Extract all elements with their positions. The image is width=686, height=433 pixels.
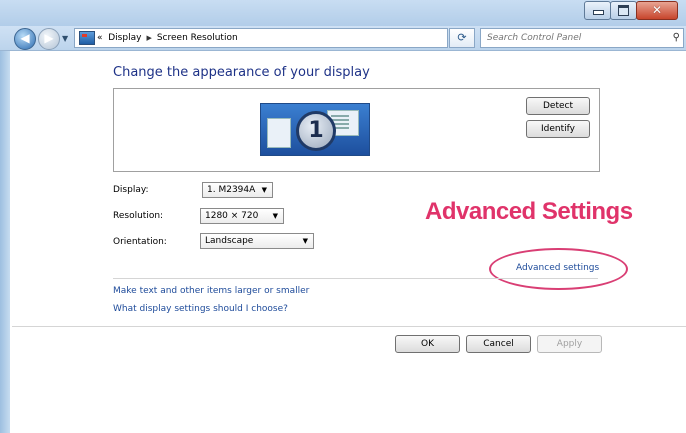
detect-button[interactable]: Detect xyxy=(526,97,590,115)
text-size-link[interactable]: Make text and other items larger or smal… xyxy=(113,286,309,296)
search-input[interactable] xyxy=(487,31,657,45)
display-select-value: 1. M2394A xyxy=(207,185,256,195)
resolution-select-value: 1280 × 720 xyxy=(205,211,259,221)
close-icon: ✕ xyxy=(651,3,663,17)
forward-arrow-icon: ▶ xyxy=(44,31,54,45)
display-select[interactable]: 1. M2394A ▼ xyxy=(202,182,273,198)
back-button[interactable]: ◀ xyxy=(14,28,36,50)
apply-button[interactable]: Apply xyxy=(537,335,602,353)
monitor-window-graphic xyxy=(267,118,291,148)
search-box[interactable]: ⚲ xyxy=(480,28,684,48)
breadcrumb-item-display[interactable]: Display xyxy=(108,33,141,43)
chevron-down-icon: ▼ xyxy=(261,186,267,194)
minimize-icon xyxy=(593,10,604,15)
divider xyxy=(113,278,598,279)
forward-button[interactable]: ▶ xyxy=(38,28,60,50)
breadcrumb-path: « Display ▶ Screen Resolution xyxy=(97,29,238,47)
close-button[interactable]: ✕ xyxy=(636,1,678,20)
chevron-down-icon: ▼ xyxy=(272,212,278,220)
orientation-select[interactable]: Landscape ▼ xyxy=(200,233,314,249)
display-help-link[interactable]: What display settings should I choose? xyxy=(113,304,288,314)
breadcrumb-separator-icon[interactable]: ▶ xyxy=(146,34,151,42)
divider xyxy=(12,326,686,327)
refresh-button[interactable]: ⟳ xyxy=(449,28,475,48)
breadcrumb-overflow-icon[interactable]: « xyxy=(97,33,103,43)
resolution-label: Resolution: xyxy=(113,211,164,221)
chevron-down-icon: ▼ xyxy=(302,237,308,245)
search-icon[interactable]: ⚲ xyxy=(673,29,680,47)
ok-button[interactable]: OK xyxy=(395,335,460,353)
monitor-1-icon[interactable]: 1 xyxy=(260,103,370,156)
back-arrow-icon: ◀ xyxy=(20,31,30,45)
advanced-settings-link[interactable]: Advanced settings xyxy=(516,263,599,273)
window-controls: ✕ xyxy=(584,1,678,20)
refresh-icon: ⟳ xyxy=(457,31,467,44)
minimize-button[interactable] xyxy=(584,1,611,20)
recent-pages-dropdown-icon[interactable]: ▼ xyxy=(62,34,68,43)
maximize-icon xyxy=(618,5,629,16)
breadcrumb[interactable]: « Display▶Screen Resolution ▼ xyxy=(74,28,518,48)
cancel-button[interactable]: Cancel xyxy=(466,335,531,353)
annotation-callout: Advanced Settings xyxy=(425,198,633,225)
title-bar[interactable]: ✕ xyxy=(0,0,686,26)
orientation-label: Orientation: xyxy=(113,237,167,247)
maximize-button[interactable] xyxy=(610,1,637,20)
control-panel-icon xyxy=(79,31,95,45)
address-bar: ◀ ▶ ▼ « Display▶Screen Resolution ▼ ⟳ ⚲ xyxy=(0,26,686,51)
page-title: Change the appearance of your display xyxy=(113,65,370,80)
identify-button[interactable]: Identify xyxy=(526,120,590,138)
breadcrumb-item-screen-resolution[interactable]: Screen Resolution xyxy=(157,33,238,43)
orientation-select-value: Landscape xyxy=(205,236,254,246)
display-label: Display: xyxy=(113,185,149,195)
monitor-number-badge: 1 xyxy=(296,111,336,151)
resolution-select[interactable]: 1280 × 720 ▼ xyxy=(200,208,284,224)
window-left-border xyxy=(0,0,10,433)
